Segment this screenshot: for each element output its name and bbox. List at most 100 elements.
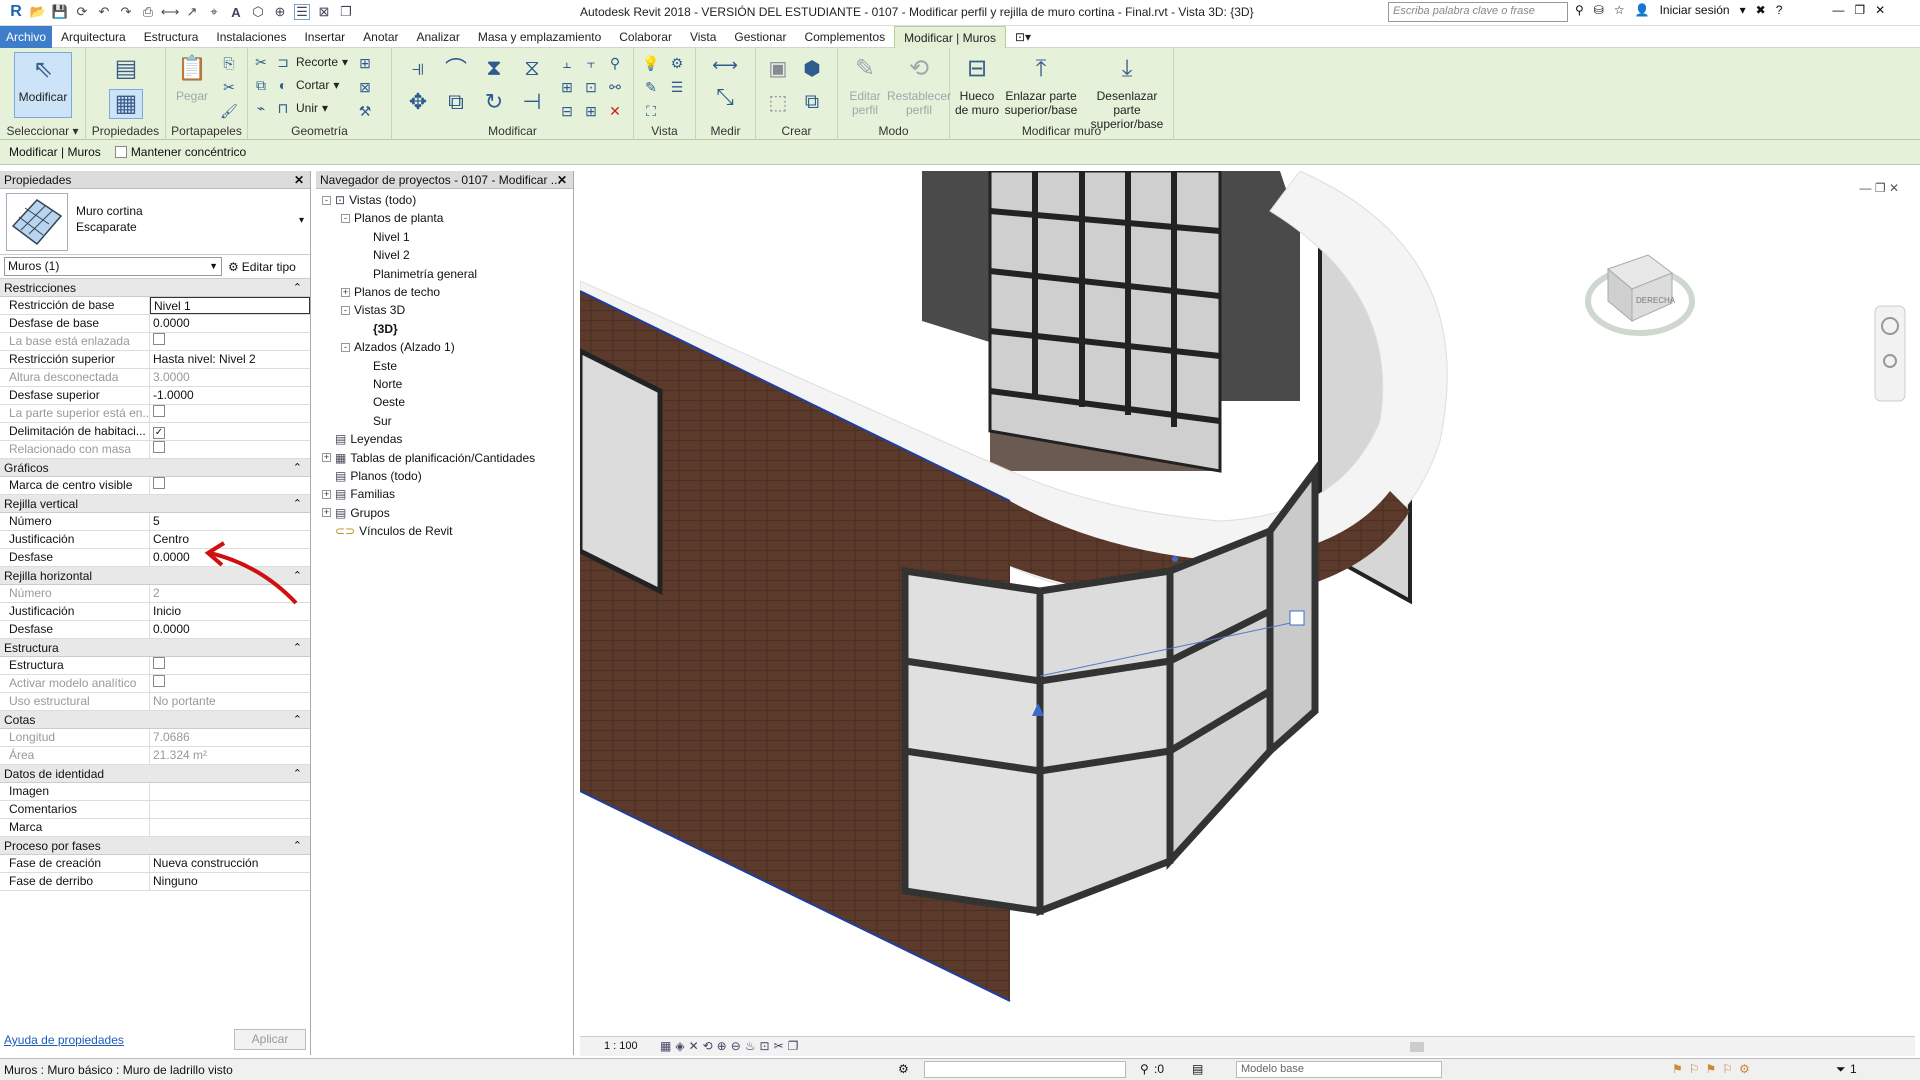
- browser-item[interactable]: Nivel 1: [360, 230, 410, 244]
- tab-instalaciones[interactable]: Instalaciones: [207, 26, 295, 48]
- browser-item[interactable]: + ▦ Tablas de planificación/Cantidades: [322, 451, 535, 465]
- property-value[interactable]: [150, 801, 310, 818]
- close-icon[interactable]: ✕: [1875, 3, 1885, 17]
- browser-item[interactable]: Este: [360, 359, 397, 373]
- property-value[interactable]: [150, 783, 310, 800]
- expand-toggle-icon[interactable]: -: [341, 305, 350, 315]
- tab-analizar[interactable]: Analizar: [408, 26, 469, 48]
- close-properties-icon[interactable]: ✕: [294, 171, 304, 189]
- property-value[interactable]: 0.0000: [150, 621, 310, 638]
- navigation-bar[interactable]: [1874, 305, 1906, 402]
- properties-help-link[interactable]: Ayuda de propiedades: [4, 1033, 124, 1047]
- split-gap-icon[interactable]: ⫟: [582, 54, 600, 72]
- split-icon[interactable]: ⫠: [558, 54, 576, 72]
- property-value[interactable]: [150, 477, 310, 494]
- measure-between-icon[interactable]: ⟷: [710, 55, 740, 75]
- expand-toggle-icon[interactable]: +: [341, 287, 350, 297]
- create-similar-icon[interactable]: ⧉: [798, 88, 826, 116]
- section-icon[interactable]: ⊕: [272, 4, 288, 20]
- tab-anotar[interactable]: Anotar: [354, 26, 407, 48]
- wall-opening-button[interactable]: ⊟ Hueco de muro: [952, 52, 1002, 118]
- user-icon[interactable]: 👤: [1635, 3, 1650, 17]
- collapse-icon[interactable]: ⌃: [293, 459, 302, 477]
- concentric-option[interactable]: Mantener concéntrico: [114, 145, 246, 159]
- create-group-icon[interactable]: ⬚: [764, 88, 792, 116]
- paint-view-icon[interactable]: ⛶: [642, 102, 660, 120]
- property-value[interactable]: Hasta nivel: Nivel 2: [150, 351, 310, 368]
- split-face-icon[interactable]: ⊠: [356, 78, 374, 96]
- collapse-icon[interactable]: ⌃: [293, 639, 302, 657]
- redo-icon[interactable]: ↷: [118, 4, 134, 20]
- wall-joins-icon[interactable]: ⊞: [356, 54, 374, 72]
- property-value[interactable]: [150, 819, 310, 836]
- property-group-header[interactable]: Rejilla vertical ⌃: [0, 495, 310, 513]
- horizontal-scroll-thumb[interactable]: [1410, 1042, 1424, 1052]
- tab-colaborar[interactable]: Colaborar: [610, 26, 681, 48]
- expand-toggle-icon[interactable]: -: [341, 342, 350, 352]
- trim-extend-icon[interactable]: ⊟: [558, 102, 576, 120]
- filter-icon[interactable]: ⏷: [1836, 1062, 1846, 1077]
- revit-logo-icon[interactable]: R: [8, 3, 24, 20]
- property-group-header[interactable]: Proceso por fases ⌃: [0, 837, 310, 855]
- dropdown-icon[interactable]: ▾: [1740, 3, 1746, 17]
- selection-filter-icons[interactable]: ⚑⚐⚑⚐⚙: [1672, 1062, 1756, 1076]
- browser-item[interactable]: Planimetría general: [360, 267, 477, 281]
- tab-archivo[interactable]: Archivo: [0, 25, 53, 48]
- edit-type-button[interactable]: ⚙ Editar tipo: [228, 260, 296, 274]
- cut-clip-icon[interactable]: ✂: [220, 78, 238, 96]
- sync-icon[interactable]: ⟳: [74, 4, 90, 20]
- collapse-icon[interactable]: ⌃: [293, 279, 302, 297]
- property-value[interactable]: Nueva construcción: [150, 855, 310, 872]
- browser-item[interactable]: + Planos de techo: [341, 285, 440, 299]
- property-group-header[interactable]: Cotas ⌃: [0, 711, 310, 729]
- design-option-selector[interactable]: Modelo base: [1236, 1061, 1442, 1078]
- browser-item[interactable]: Nivel 2: [360, 248, 410, 262]
- tab-insertar[interactable]: Insertar: [295, 26, 354, 48]
- tab-complementos[interactable]: Complementos: [795, 26, 894, 48]
- create-assembly-icon[interactable]: ⬢: [798, 54, 826, 82]
- properties-button[interactable]: ▤ ▦: [104, 52, 148, 122]
- property-group-header[interactable]: Restricciones ⌃: [0, 279, 310, 297]
- search-input[interactable]: Escriba palabra clave o frase: [1388, 2, 1568, 22]
- type-dropdown-icon[interactable]: ▾: [299, 215, 304, 226]
- browser-item[interactable]: ▤ Leyendas: [322, 432, 402, 446]
- expand-toggle-icon[interactable]: +: [322, 508, 331, 518]
- property-value[interactable]: 0.0000: [150, 315, 310, 332]
- browser-item[interactable]: + ▤ Familias: [322, 487, 395, 501]
- worksets-icon[interactable]: ⚙: [898, 1062, 909, 1076]
- tab-vista[interactable]: Vista: [681, 26, 725, 48]
- copy-modify-icon[interactable]: ⧉: [442, 88, 470, 116]
- tab-gestionar[interactable]: Gestionar: [725, 26, 795, 48]
- paste-button[interactable]: 📋 Pegar: [170, 52, 214, 104]
- binoculars-icon[interactable]: ⚲: [1575, 3, 1584, 17]
- expand-toggle-icon[interactable]: -: [341, 213, 350, 223]
- type-selector[interactable]: Muro cortina Escaparate ▾: [0, 189, 310, 255]
- tab-arquitectura[interactable]: Arquitectura: [52, 26, 135, 48]
- workset-selector[interactable]: [924, 1061, 1126, 1078]
- delete-icon[interactable]: ✕: [606, 102, 624, 120]
- maximize-icon[interactable]: ❐: [1854, 3, 1865, 17]
- trim-multi-icon[interactable]: ⊞: [582, 102, 600, 120]
- tab-estructura[interactable]: Estructura: [135, 26, 208, 48]
- thin-lines-icon[interactable]: ☰: [294, 4, 310, 20]
- unpin-icon[interactable]: ⚯: [606, 78, 624, 96]
- browser-item[interactable]: - Alzados (Alzado 1): [341, 340, 455, 354]
- design-options-icon[interactable]: ▤: [1192, 1062, 1203, 1076]
- subscription-icon[interactable]: ⛁: [1594, 3, 1604, 17]
- collapse-icon[interactable]: ⌃: [293, 495, 302, 513]
- view-window-controls[interactable]: — ❐ ✕: [1860, 181, 1899, 195]
- minimize-icon[interactable]: —: [1832, 3, 1844, 17]
- grid-control-icon[interactable]: [1289, 610, 1305, 626]
- tag-icon[interactable]: ⌖: [206, 4, 222, 20]
- instance-selector[interactable]: Muros (1) ▼: [4, 257, 222, 276]
- array-icon[interactable]: ⊞: [558, 78, 576, 96]
- copy-icon[interactable]: ⎘: [220, 54, 238, 72]
- align-icon[interactable]: ⫣: [404, 54, 432, 82]
- building-3d-model[interactable]: DERECHA: [580, 171, 1915, 1031]
- 3d-view-icon[interactable]: ⬡: [250, 4, 266, 20]
- collapse-icon[interactable]: ⌃: [293, 837, 302, 855]
- linework-icon[interactable]: ✎: [642, 78, 660, 96]
- create-part-icon[interactable]: ▣: [764, 54, 792, 82]
- cut-button[interactable]: ⧉ ◐ Cortar ▾: [252, 76, 339, 94]
- detach-button[interactable]: ⤓ Desenlazar parte superior/base: [1082, 52, 1172, 132]
